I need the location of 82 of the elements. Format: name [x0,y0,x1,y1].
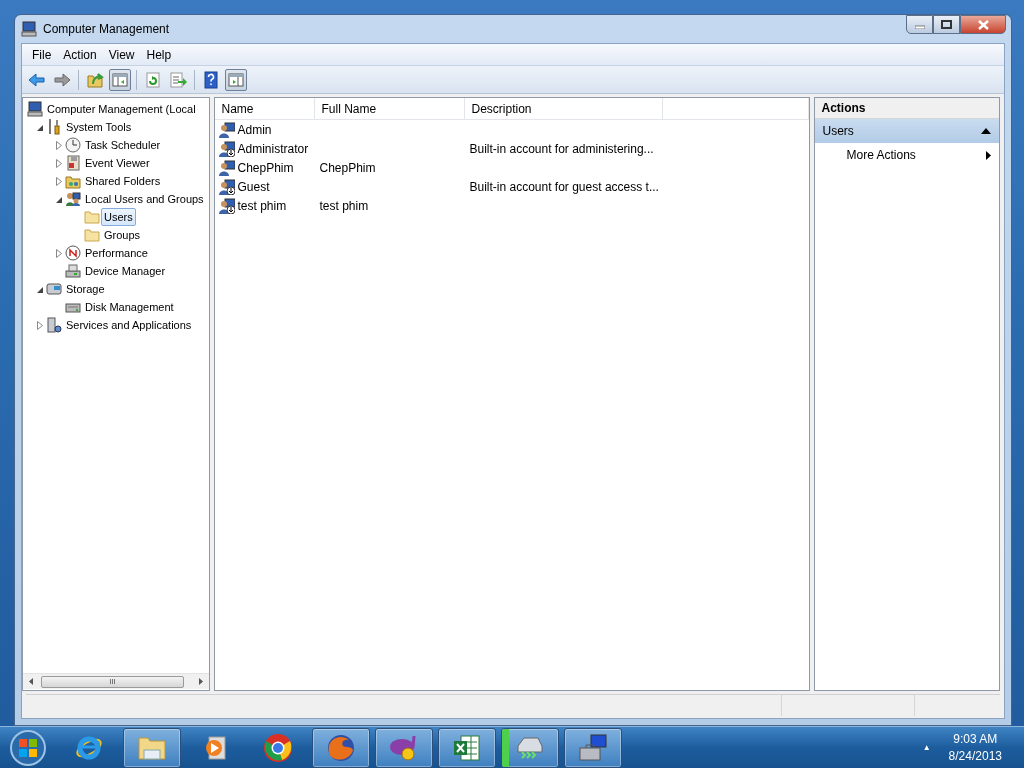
tree-item[interactable]: Local Users and Groups [82,190,207,208]
folder-up-icon [86,70,104,89]
tree-item[interactable]: Shared Folders [82,172,164,190]
collapsed-arrow-icon[interactable] [56,176,62,186]
tools-icon [46,119,62,135]
full-name: test phim [319,198,369,213]
clock-time[interactable]: 9:03 AM [948,730,1002,748]
tree-item[interactable]: Storage [63,280,108,298]
collapsed-arrow-icon[interactable] [56,140,62,150]
tree-item[interactable]: Users [101,208,136,226]
scroll-right-icon [199,678,204,685]
menu-item[interactable]: File [26,45,58,64]
refresh-icon [144,70,162,89]
expanded-arrow-icon[interactable] [55,195,63,203]
log-book-icon [65,155,81,171]
folder-icon [84,227,100,243]
toolbar-button[interactable] [109,68,131,91]
storage-icon [46,281,62,297]
user-name[interactable]: ChepPhim [237,158,294,177]
collapsed-arrow-icon[interactable] [56,248,62,258]
tree-item[interactable]: Disk Management [82,298,177,316]
collapsed-arrow-icon[interactable] [37,320,43,330]
start-orb-icon[interactable] [8,727,48,768]
taskbar-button[interactable] [564,727,622,768]
clock-date[interactable]: 8/24/2013 [948,747,1002,765]
taskbar-button[interactable] [312,727,370,768]
close-icon [977,19,989,30]
expanded-arrow-icon[interactable] [36,285,44,293]
users-icon [65,191,81,207]
maximize-button[interactable] [933,15,960,34]
description: Built-in account for administering... [469,141,654,156]
clock-icon [65,137,81,153]
tree-item[interactable]: Computer Management (Local [44,100,199,118]
taskbar-button[interactable] [375,727,433,768]
export-list-icon [169,70,187,89]
collapsed-arrow-icon[interactable] [56,158,62,168]
scroll-left-icon [29,678,33,685]
taskbar-button[interactable] [438,727,496,768]
section-title: Users [822,123,854,140]
horizontal-scrollbar[interactable]: III [23,673,210,689]
tray-arrow[interactable]: ▲ [922,741,931,754]
description: Built-in account for guest access t... [469,179,659,194]
taskbar-button[interactable] [501,727,559,768]
tree-item[interactable]: Performance [82,244,151,262]
services-icon [46,317,62,333]
scrollbar-thumb[interactable]: III [41,675,184,688]
tree-item[interactable]: Task Scheduler [82,136,164,154]
close-button[interactable] [960,15,1006,34]
menu-item[interactable]: View [102,45,141,64]
device-icon [65,263,81,279]
back-arrow-icon [28,70,46,89]
gauge-icon [65,245,81,261]
shared-folder-icon [65,173,81,189]
pane-layout-icon [111,70,129,89]
tree-item[interactable]: Device Manager [82,262,169,280]
folder-icon [84,209,100,225]
collapse-arrow-icon[interactable] [981,128,991,134]
computer-icon [21,21,37,37]
pane-layout-icon [227,70,245,89]
full-name: ChepPhim [319,160,376,175]
round-logo-icon [262,731,294,764]
submenu-arrow-icon [986,150,991,160]
tree-item[interactable]: Groups [101,226,144,244]
actions-section-header[interactable]: Users [815,119,999,143]
window-title: Computer Management [43,21,170,38]
tree-item[interactable]: System Tools [63,118,135,136]
maximize-icon [941,20,952,29]
computer-icon [27,101,43,117]
user-name[interactable]: Admin [237,120,272,139]
forward-arrow-icon [53,70,71,89]
minimize-button[interactable] [906,15,933,34]
menu-item[interactable]: Action [57,45,103,64]
tree-item[interactable]: Services and Applications [63,316,195,334]
actions-header: Actions [815,98,999,119]
taskbar-button[interactable] [123,727,181,768]
tree-item[interactable]: Event Viewer [82,154,153,172]
help-icon [202,70,220,89]
menu-item[interactable]: Help [140,45,178,64]
expanded-arrow-icon[interactable] [36,123,44,131]
action-link[interactable]: More Actions [815,143,999,167]
computer-toolbox-icon [577,731,609,764]
toolbar-button[interactable] [225,68,247,91]
